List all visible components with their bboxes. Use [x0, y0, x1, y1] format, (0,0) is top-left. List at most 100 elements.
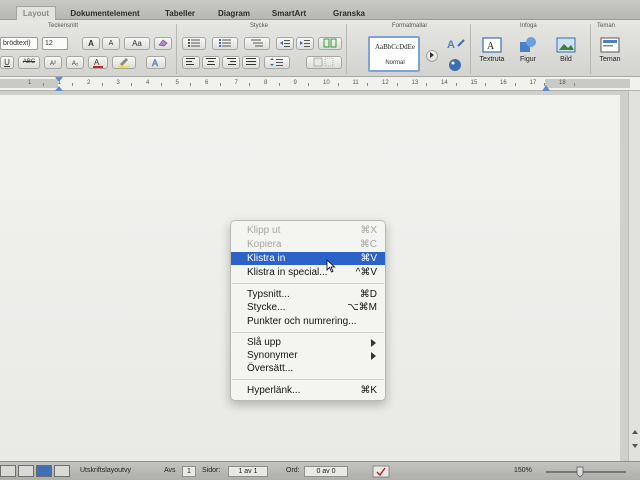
menu-item-label: Stycke... [247, 302, 286, 313]
font-size-select[interactable]: 12 [42, 37, 68, 50]
indent-marker-icon[interactable] [54, 77, 64, 91]
textbox-button[interactable]: A Textruta [476, 36, 508, 70]
columns-button[interactable] [318, 37, 342, 50]
menu-item-label: Synonymer [247, 350, 298, 361]
themes-button[interactable]: Teman [594, 36, 626, 70]
underline-button[interactable]: U [0, 56, 14, 69]
outline-view-button[interactable] [18, 465, 34, 477]
menu-separator [232, 283, 384, 284]
shrink-font-button[interactable]: A [102, 37, 120, 50]
quick-styles-button[interactable] [448, 58, 462, 72]
menu-item-synonyms[interactable]: Synonymer [231, 349, 385, 362]
change-case-button[interactable]: Aa [124, 37, 150, 50]
group-label-styles: Formatmallar [392, 23, 428, 29]
line-spacing-button[interactable] [264, 56, 290, 69]
horizontal-ruler[interactable]: 1 1 2 3 4 5 6 7 8 9 10 11 12 13 14 15 16 17 18 [0, 77, 640, 91]
print-layout-view-button[interactable] [36, 465, 52, 477]
columns-icon [323, 38, 337, 48]
style-gallery-normal[interactable]: AaBbCcDdEe Normal [368, 36, 420, 72]
menu-item-bullets-numbering[interactable]: Punkter och numrering... [231, 315, 385, 328]
menu-item-label: Översätt... [247, 363, 294, 374]
ruler-tick [396, 83, 398, 86]
menu-item-translate[interactable]: Översätt... [231, 362, 385, 375]
shape-button[interactable]: Figur [512, 36, 544, 70]
ribbon: Teckensnitt Stycke Formatmallar Infoga T… [0, 20, 640, 77]
right-indent-marker-icon[interactable] [541, 83, 551, 91]
multilevel-list-button[interactable] [244, 37, 270, 50]
line-spacing-icon [270, 58, 283, 66]
context-menu: Klipp ut ⌘X Kopiera ⌘C Klistra in ⌘V Kli… [230, 220, 386, 401]
menu-item-hyperlink[interactable]: Hyperlänk... ⌘K [231, 384, 385, 397]
zoom-slider[interactable] [546, 471, 626, 473]
ruler-number: 15 [470, 80, 478, 86]
ruler-tick [190, 83, 192, 86]
menu-item-paste[interactable]: Klistra in ⌘V [231, 252, 385, 265]
menu-item-label: Klistra in special... [247, 267, 328, 278]
superscript-button[interactable]: A² [44, 56, 62, 69]
tab-tabeller[interactable]: Tabeller [160, 7, 200, 20]
menu-item-copy[interactable]: Kopiera ⌘C [231, 238, 385, 251]
tab-smartart[interactable]: SmartArt [266, 7, 312, 20]
menu-item-label: Slå upp [247, 337, 281, 348]
notebook-view-button[interactable] [54, 465, 70, 477]
align-right-icon [227, 58, 236, 65]
numbering-button[interactable] [212, 37, 238, 50]
zoom-slider-thumb-icon[interactable] [576, 466, 584, 478]
draft-view-button[interactable] [0, 465, 16, 477]
tab-dokumentelement[interactable]: Dokumentelement [62, 7, 148, 20]
menu-item-paste-special[interactable]: Klistra in special... ^⌘V [231, 266, 385, 279]
clear-formatting-button[interactable] [154, 37, 172, 50]
shading-icon [313, 57, 334, 67]
align-right-button[interactable] [222, 56, 240, 69]
shading-button[interactable] [306, 56, 342, 69]
scroll-up-icon[interactable] [630, 427, 640, 437]
increase-indent-button[interactable] [296, 37, 314, 50]
tab-granska[interactable]: Granska [326, 7, 372, 20]
ruler-tick [42, 83, 44, 86]
shapes-icon [520, 37, 536, 52]
picture-button[interactable]: Bild [550, 36, 582, 70]
highlight-button[interactable] [112, 56, 136, 69]
menu-item-look-up[interactable]: Slå upp [231, 336, 385, 349]
ruler-number: 16 [500, 80, 507, 86]
group-label-font: Teckensnitt [48, 23, 79, 29]
grow-font-button[interactable]: A [82, 37, 100, 50]
subscript-button[interactable]: A₂ [66, 56, 84, 69]
font-name-select[interactable]: brödtext) [0, 37, 38, 50]
menu-item-shortcut: ⌘X [360, 225, 377, 236]
text-effects-button[interactable]: A [146, 56, 166, 69]
align-left-button[interactable] [182, 56, 200, 69]
ruler-tick [131, 83, 133, 86]
ruler-number: 4 [146, 80, 150, 86]
mouse-pointer-icon [326, 259, 336, 273]
bullets-button[interactable] [182, 37, 206, 50]
ruler-tick [219, 83, 221, 86]
spelling-check-icon[interactable] [372, 465, 390, 478]
decrease-indent-button[interactable] [276, 37, 294, 50]
menu-item-font[interactable]: Typsnitt... ⌘D [231, 288, 385, 301]
justify-icon [246, 58, 256, 65]
scroll-down-icon[interactable] [630, 441, 640, 451]
ruler-tick [485, 83, 487, 86]
ruler-number: 7 [234, 80, 238, 86]
vertical-scrollbar[interactable] [628, 91, 640, 461]
group-divider [590, 24, 591, 74]
align-center-button[interactable] [202, 56, 220, 69]
ruler-tick [514, 83, 516, 86]
tab-layout[interactable]: Layout [16, 6, 56, 20]
tab-diagram[interactable]: Diagram [212, 7, 256, 20]
ruler-number: 8 [264, 80, 268, 86]
ruler-tick [72, 83, 74, 86]
style-gallery-next-button[interactable] [426, 50, 438, 62]
menu-item-label: Klipp ut [247, 225, 281, 236]
strikethrough-button[interactable]: ABC [18, 56, 40, 69]
menu-separator [232, 379, 384, 380]
menu-item-cut[interactable]: Klipp ut ⌘X [231, 224, 385, 237]
font-color-button[interactable]: A [88, 56, 108, 69]
group-divider [176, 24, 177, 74]
menu-item-paragraph[interactable]: Stycke... ⌥⌘M [231, 301, 385, 314]
style-pane-button[interactable]: A [446, 36, 466, 56]
justify-button[interactable] [242, 56, 260, 69]
styles-pane-icon: A [447, 39, 465, 51]
picture-icon [556, 37, 576, 53]
